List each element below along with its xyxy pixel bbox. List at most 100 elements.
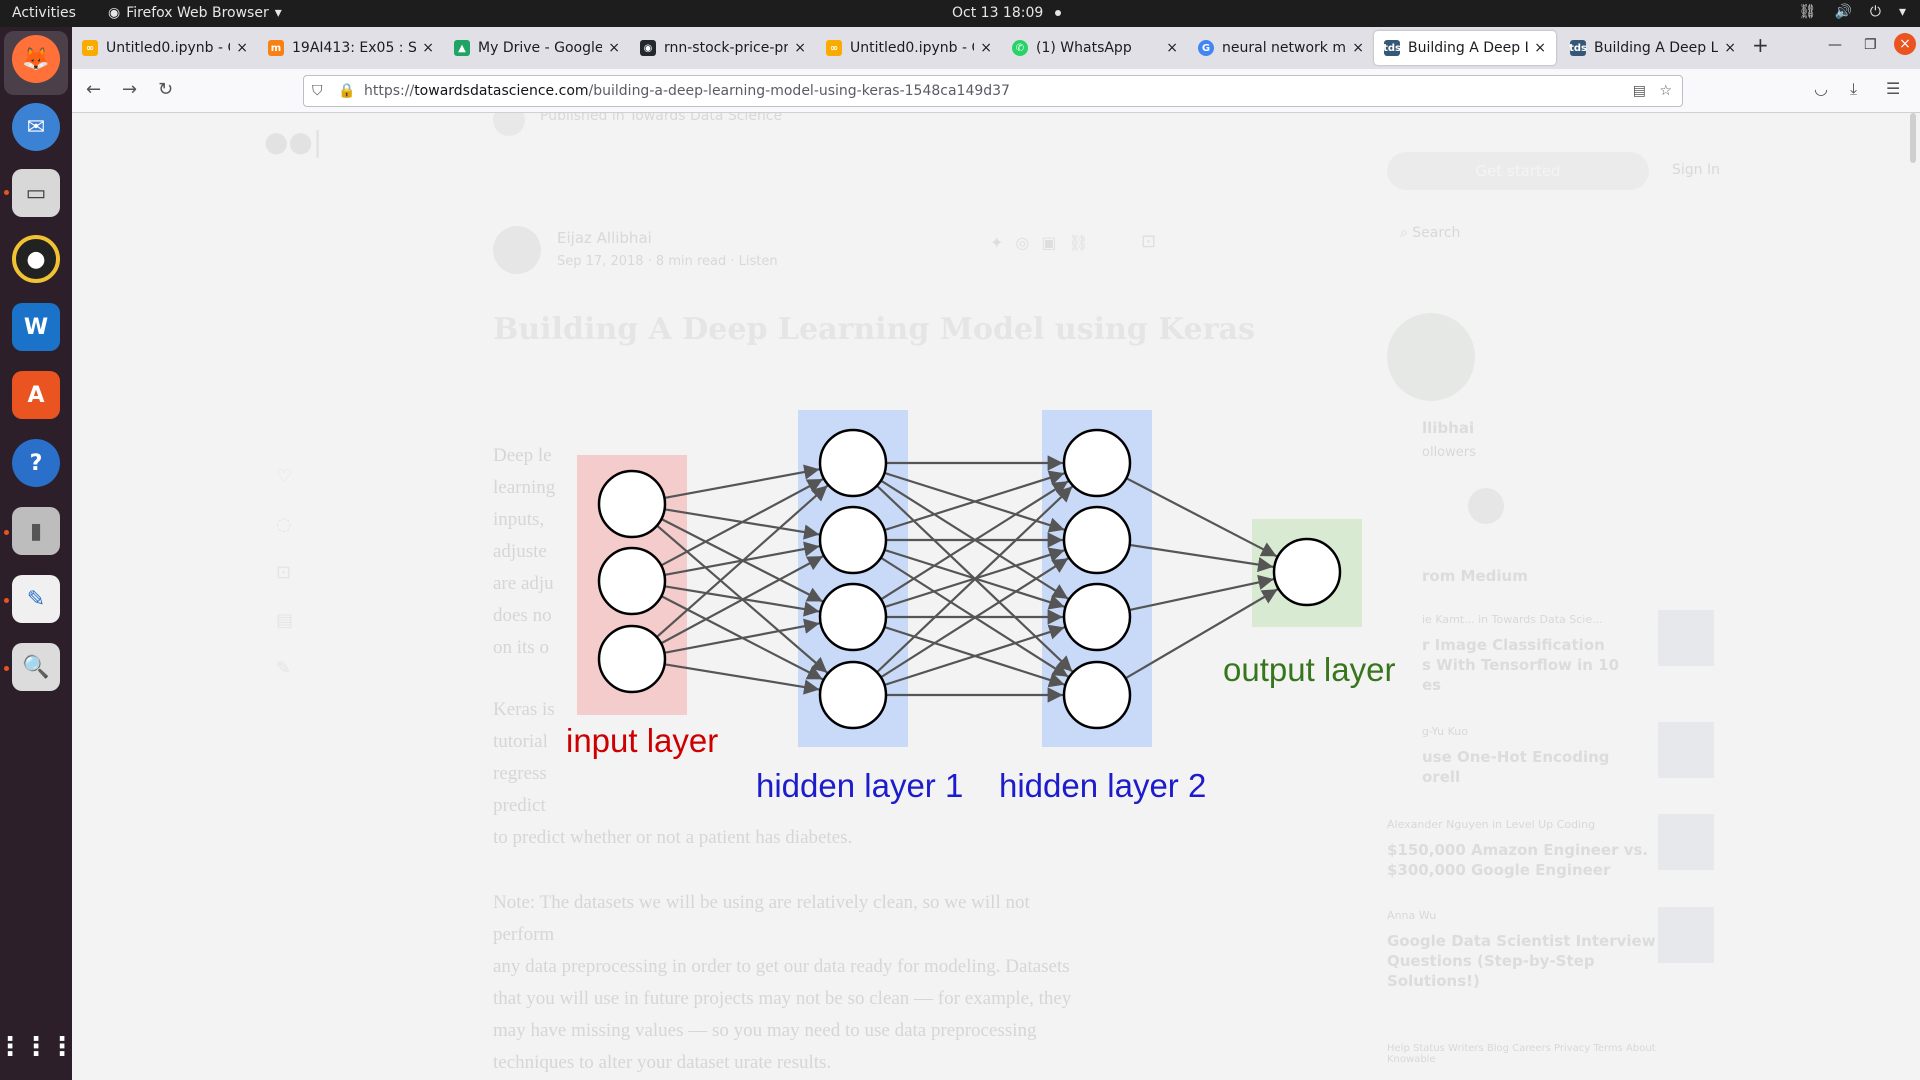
sidebar-footer-links[interactable]: Help Status Writers Blog Careers Privacy…	[1387, 1043, 1687, 1065]
neuron-node	[1062, 660, 1132, 730]
ubuntu-dock: 🦊 ✉ ▭ ● W A ? ▮ ✎ 🔍 ⋮⋮⋮	[0, 27, 75, 1080]
close-tab-icon[interactable]: ×	[1352, 40, 1364, 56]
story-author[interactable]: Anna Wu	[1387, 909, 1436, 922]
tab[interactable]: Gneural network mo ×	[1188, 31, 1374, 65]
new-tab-button[interactable]: +	[1752, 33, 1769, 57]
article-title: Building A Deep Learning Model using Ker…	[493, 312, 1255, 347]
neuron-node	[1062, 582, 1132, 652]
neuron-node	[1062, 428, 1132, 498]
scrollbar-thumb[interactable]	[1910, 113, 1916, 163]
author-name[interactable]: Eijaz Allibhai	[557, 229, 652, 247]
author-avatar[interactable]	[493, 226, 541, 274]
neuron-node	[597, 469, 667, 539]
get-started-button[interactable]: Get started	[1387, 152, 1649, 190]
neural-network-diagram[interactable]: input layer hidden layer 1 hidden layer …	[535, 395, 1405, 835]
close-tab-icon[interactable]: ×	[1166, 40, 1178, 56]
author-profile-avatar[interactable]	[1387, 313, 1475, 401]
help-icon[interactable]: ?	[12, 439, 60, 487]
story-author[interactable]: g-Yu Kuo	[1422, 725, 1468, 738]
search-input[interactable]: ⌕ Search	[1400, 225, 1460, 241]
close-tab-icon[interactable]: ×	[422, 40, 434, 56]
tab[interactable]: ∞Untitled0.ipynb - Co×	[816, 31, 1002, 65]
tab[interactable]: ∞Untitled0.ipynb - Co×	[72, 31, 258, 65]
neuron-node	[818, 505, 888, 575]
close-tab-icon[interactable]: ×	[794, 40, 806, 56]
neuron-node	[818, 660, 888, 730]
files-icon[interactable]: ▭	[12, 169, 60, 217]
story-thumbnail[interactable]	[1658, 814, 1714, 870]
bookmark-icon[interactable]: ⊡	[1141, 231, 1156, 252]
google-icon: G	[1198, 40, 1214, 56]
reload-icon[interactable]: ↻	[158, 79, 173, 100]
network-icon: ⛓	[1798, 4, 1817, 20]
clock[interactable]: Oct 13 18:09	[952, 5, 1062, 21]
software-center-icon[interactable]: A	[12, 371, 60, 419]
close-tab-icon[interactable]: ×	[236, 40, 248, 56]
sign-in-link[interactable]: Sign In	[1672, 162, 1720, 178]
output-layer-label: output layer	[1223, 651, 1396, 688]
tab[interactable]: ◉ rnn-stock-price-pre ×	[630, 31, 816, 65]
close-tab-icon[interactable]: ×	[980, 40, 992, 56]
activities-button[interactable]: Activities	[12, 5, 76, 21]
share-icons[interactable]: ✦◎▣⛓	[990, 233, 1101, 252]
story-thumbnail[interactable]	[1658, 610, 1714, 666]
mail-button[interactable]	[1468, 488, 1504, 524]
hamburger-menu-icon[interactable]: ☰	[1886, 79, 1900, 98]
story-thumbnail[interactable]	[1658, 722, 1714, 778]
article-note: Note: The datasets we will be using are …	[493, 892, 1072, 1073]
system-tray[interactable]: ⛓ 🔊 ⏻ ▾	[1799, 4, 1906, 20]
close-window-icon[interactable]: ×	[1894, 33, 1916, 55]
forward-icon[interactable]: →	[122, 79, 137, 100]
back-icon[interactable]: ←	[86, 79, 101, 100]
hidden-layer-2-label: hidden layer 2	[999, 767, 1207, 804]
lock-icon[interactable]: 🔒	[338, 83, 355, 99]
url-text[interactable]: https://towardsdatascience.com/building-…	[364, 83, 1010, 99]
archive-manager-icon[interactable]: ▮	[12, 507, 60, 555]
url-bar[interactable]: ⛉ 🔒 https://towardsdatascience.com/build…	[303, 75, 1683, 107]
notification-dot-icon	[1055, 10, 1062, 16]
libreoffice-writer-icon[interactable]: W	[12, 303, 60, 351]
tab[interactable]: ✆ (1) WhatsApp ×	[1002, 31, 1188, 65]
sidebar-author-name[interactable]: llibhai	[1422, 419, 1474, 437]
firefox-icon[interactable]: 🦊	[12, 35, 60, 83]
rhythmbox-icon[interactable]: ●	[12, 235, 60, 283]
story-author[interactable]: Alexander Nguyen in Level Up Coding	[1387, 818, 1595, 831]
pocket-icon[interactable]: ◡	[1814, 79, 1828, 98]
browser-tab-strip: ∞Untitled0.ipynb - Co× m19AI413: Ex05 : …	[72, 27, 1920, 69]
tab-active[interactable]: tds Building A Deep Le ×	[1374, 31, 1556, 65]
publisher-avatar[interactable]	[493, 113, 525, 136]
close-tab-icon[interactable]: ×	[608, 40, 620, 56]
medium-logo-icon[interactable]: ●●|	[264, 125, 322, 158]
story-title[interactable]: Google Data Scientist Interview Questions…	[1387, 931, 1656, 991]
input-layer-label: input layer	[566, 722, 719, 759]
close-tab-icon[interactable]: ×	[1534, 40, 1546, 56]
bookmark-star-icon[interactable]: ☆	[1659, 83, 1672, 99]
search-icon: ⌕	[1400, 225, 1413, 241]
tab[interactable]: ▲My Drive - Google D×	[444, 31, 630, 65]
shield-icon[interactable]: ⛉	[312, 83, 323, 99]
connection-arrow	[664, 663, 820, 695]
whatsapp-icon: ✆	[1012, 40, 1028, 56]
tab[interactable]: m19AI413: Ex05 : Sto×	[258, 31, 444, 65]
restore-icon[interactable]: ❐	[1864, 37, 1877, 53]
story-thumbnail[interactable]	[1658, 907, 1714, 963]
story-title[interactable]: $150,000 Amazon Engineer vs. $300,000 Goo…	[1387, 840, 1648, 880]
story-title[interactable]: r Image Classification s With Tensorflow …	[1422, 635, 1619, 695]
show-apps-grid-icon[interactable]: ⋮⋮⋮	[0, 1023, 75, 1071]
story-title[interactable]: use One-Hot Encoding orell	[1422, 747, 1610, 787]
minimize-icon[interactable]: —	[1828, 37, 1842, 53]
left-action-icons[interactable]: ♡ ◌ ⊡ ▤ ✎	[276, 453, 293, 693]
text-editor-icon[interactable]: ✎	[12, 575, 60, 623]
app-menu[interactable]: ◉ Firefox Web Browser ▾	[108, 5, 282, 21]
close-tab-icon[interactable]: ×	[1724, 40, 1736, 56]
story-author[interactable]: ie Kamt... in Towards Data Scie...	[1422, 613, 1603, 626]
neuron-node	[818, 582, 888, 652]
publisher-line[interactable]: Published in Towards Data Science	[540, 113, 782, 124]
reader-view-icon[interactable]: ▤	[1633, 83, 1646, 99]
tab[interactable]: tds Building A Deep Le ×	[1560, 31, 1746, 65]
thunderbird-icon[interactable]: ✉	[12, 103, 60, 151]
image-viewer-icon[interactable]: 🔍	[12, 643, 60, 691]
system-top-bar: Activities ◉ Firefox Web Browser ▾ Oct 1…	[0, 0, 1920, 27]
hidden-layer-1-label: hidden layer 1	[756, 767, 964, 804]
downloads-icon[interactable]: ⤓	[1850, 79, 1857, 99]
